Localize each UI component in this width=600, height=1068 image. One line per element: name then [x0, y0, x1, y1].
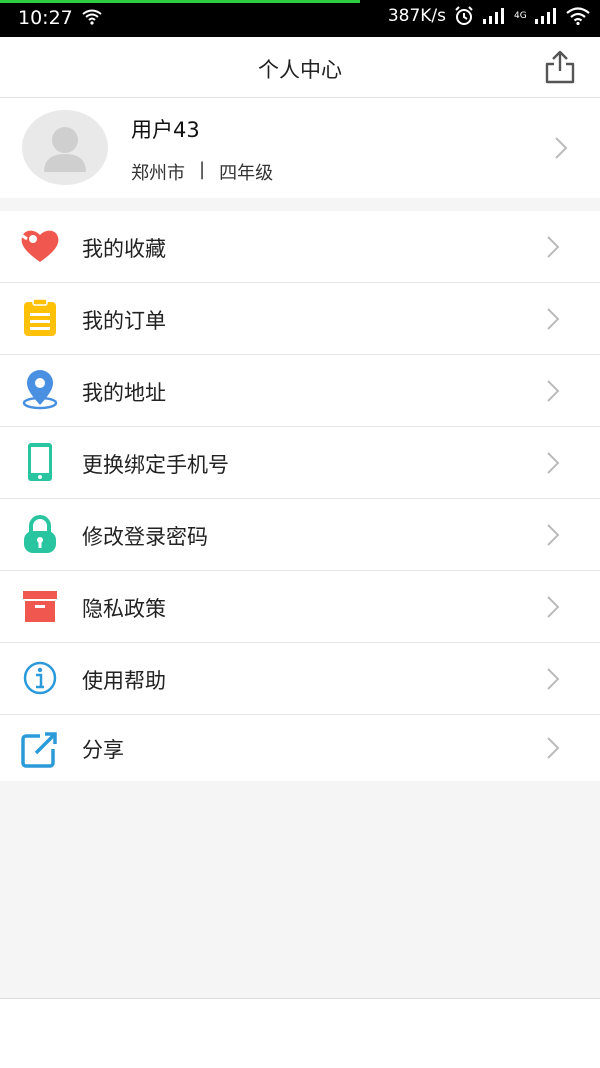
- wifi-icon: [82, 9, 102, 25]
- profile-info: 郑州市 | 四年级: [131, 159, 273, 185]
- phone-icon: [28, 443, 52, 481]
- menu-label: 使用帮助: [82, 669, 166, 693]
- profile-separator: |: [199, 159, 206, 180]
- status-bar: 10:27 387K/s 4G: [0, 0, 600, 37]
- share-upload-icon[interactable]: [542, 49, 578, 85]
- menu-item-privacy-policy[interactable]: 隐私政策: [0, 571, 600, 643]
- menu-label: 我的地址: [82, 381, 166, 405]
- profile-city: 郑州市: [131, 163, 185, 184]
- menu-item-help[interactable]: 使用帮助: [0, 643, 600, 715]
- location-pin-icon: [22, 370, 58, 410]
- chevron-right-icon: [547, 380, 560, 402]
- chevron-right-icon: [547, 668, 560, 690]
- menu-item-change-password[interactable]: 修改登录密码: [0, 499, 600, 571]
- chevron-right-icon: [547, 737, 560, 759]
- network-type: 4G: [514, 10, 527, 21]
- avatar[interactable]: [22, 110, 108, 185]
- signal-icon: [483, 8, 504, 24]
- share-icon: [21, 732, 57, 768]
- menu-list: 我的收藏 我的订单 我的地址 更换绑定手机号 修改登录密码 隐私政策 使用帮助 …: [0, 211, 600, 781]
- menu-item-change-phone[interactable]: 更换绑定手机号: [0, 427, 600, 499]
- menu-label: 更换绑定手机号: [82, 453, 229, 477]
- chevron-right-icon: [547, 308, 560, 330]
- loading-progress-bar: [0, 0, 360, 3]
- alarm-icon: [455, 6, 473, 25]
- user-placeholder-icon: [44, 127, 86, 172]
- network-speed: 387K/s: [387, 6, 446, 26]
- chevron-right-icon: [547, 452, 560, 474]
- nav-bar: 个人中心: [0, 37, 600, 98]
- chevron-right-icon: [555, 137, 568, 159]
- status-time: 10:27: [18, 7, 73, 29]
- menu-label: 分享: [82, 738, 124, 762]
- clipboard-icon: [24, 298, 56, 336]
- chevron-right-icon: [547, 524, 560, 546]
- menu-label: 隐私政策: [82, 597, 166, 621]
- box-icon: [23, 591, 57, 622]
- profile-card[interactable]: 用户43 郑州市 | 四年级: [0, 98, 600, 198]
- menu-item-favorites[interactable]: 我的收藏: [0, 211, 600, 283]
- menu-item-address[interactable]: 我的地址: [0, 355, 600, 427]
- wifi-icon-right: [566, 7, 590, 25]
- chevron-right-icon: [547, 236, 560, 258]
- profile-grade: 四年级: [219, 163, 274, 184]
- menu-item-orders[interactable]: 我的订单: [0, 283, 600, 355]
- menu-label: 修改登录密码: [82, 525, 208, 549]
- signal-icon-2: [535, 8, 556, 24]
- chevron-right-icon: [547, 596, 560, 618]
- username: 用户43: [131, 118, 200, 142]
- menu-label: 我的收藏: [82, 237, 166, 261]
- lock-icon: [24, 515, 56, 553]
- info-icon: [23, 661, 57, 695]
- menu-item-share[interactable]: 分享: [0, 715, 600, 781]
- heart-icon: [19, 230, 59, 262]
- page-title: 个人中心: [258, 58, 342, 82]
- bottom-bar: [0, 998, 600, 1068]
- menu-label: 我的订单: [82, 309, 166, 333]
